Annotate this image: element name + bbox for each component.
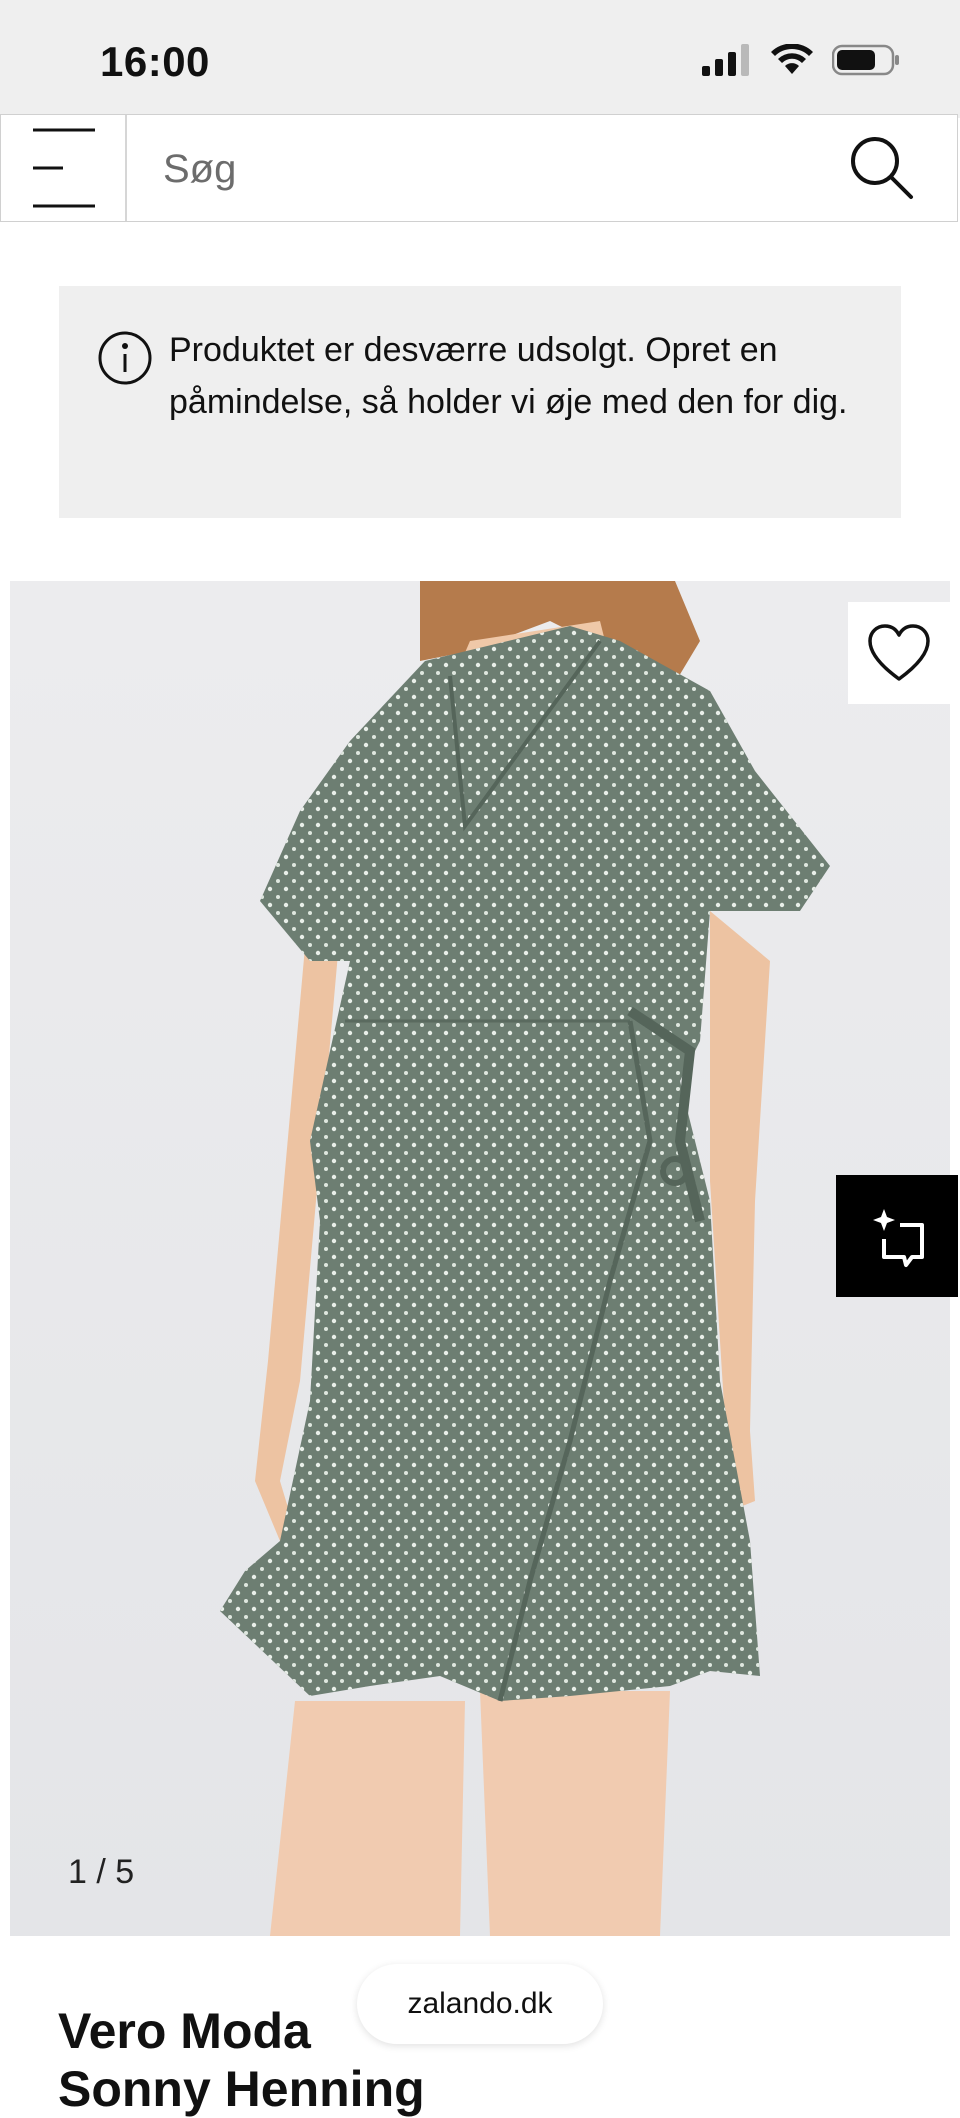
image-counter: 1 / 5 [68, 1853, 135, 1891]
browser-url-pill[interactable]: zalando.dk [357, 1964, 603, 2044]
cellular-signal-icon [702, 44, 749, 76]
search-header [0, 114, 958, 222]
product-name: Sonny Henning [58, 2061, 425, 2117]
info-icon [98, 331, 152, 385]
search-input[interactable] [161, 135, 785, 203]
heart-icon [868, 624, 930, 681]
status-bar: 16:00 [0, 0, 960, 118]
product-photo [10, 581, 950, 1936]
search-icon [851, 137, 913, 199]
notice-text: Produktet er desværre udsolgt. Opret en … [169, 331, 848, 421]
search-button[interactable] [845, 133, 917, 205]
menu-icon [33, 128, 95, 208]
find-similar-icon [873, 1209, 924, 1267]
sold-out-notice: Produktet er desværre udsolgt. Opret en … [59, 286, 901, 518]
menu-button[interactable] [1, 115, 127, 221]
battery-icon [832, 44, 899, 76]
product-image-gallery[interactable] [10, 581, 950, 1936]
product-brand: Vero Moda [58, 2003, 311, 2059]
find-similar-button[interactable] [836, 1175, 958, 1297]
status-icons [702, 44, 900, 76]
wifi-icon [771, 44, 813, 74]
status-time: 16:00 [100, 38, 210, 85]
wishlist-button[interactable] [848, 602, 950, 704]
